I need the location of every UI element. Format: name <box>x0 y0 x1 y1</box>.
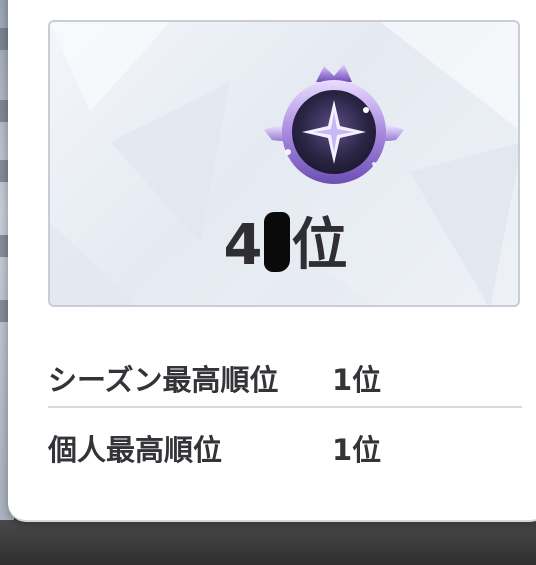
current-rank: 4位 <box>50 200 518 281</box>
season-best-rank-value: 1位 <box>332 363 382 397</box>
season-best-rank-row: シーズン最高順位 1位 <box>48 345 522 405</box>
row-divider <box>48 406 522 408</box>
background-bottom-bar <box>0 520 536 565</box>
personal-best-rank-value: 1位 <box>332 433 382 467</box>
rank-card: 4位 <box>48 20 520 307</box>
rank-suffix: 位 <box>291 213 349 278</box>
redaction-mark <box>264 212 291 272</box>
purple-star-crest-icon <box>264 64 404 184</box>
personal-best-rank-row: 個人最高順位 1位 <box>48 415 522 475</box>
rank-number-prefix: 4 <box>223 213 264 278</box>
season-best-rank-label: シーズン最高順位 <box>48 363 279 397</box>
personal-best-rank-label: 個人最高順位 <box>48 433 223 467</box>
